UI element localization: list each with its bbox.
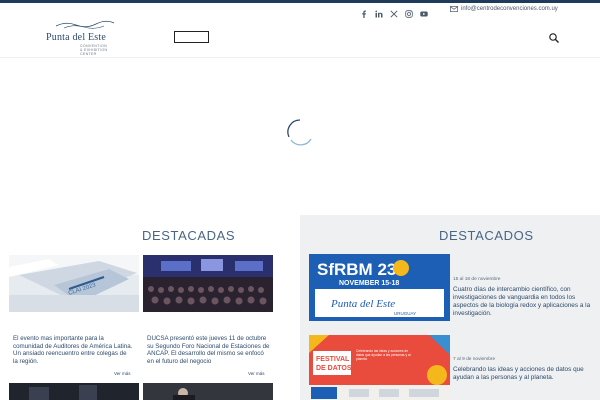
search-icon[interactable] [548,31,560,43]
x-icon[interactable] [390,5,398,18]
destacados-section: DESTACADOS SfRBM 23 NOVEMBER 15-18 Punta… [300,215,600,400]
poster-place: Punta del Este [330,298,395,310]
read-more-link-1[interactable]: Ver más [114,371,131,376]
news-card-image-4[interactable] [143,383,273,400]
email-link[interactable]: info@centrodeconvenciones.com.uy [450,6,558,12]
site-logo[interactable]: Punta del Este CONVENTION & EXHIBITION C… [46,20,124,56]
event-poster-festival[interactable]: FESTIVAL DE DATOS Celebrando las ideas y… [309,335,450,400]
read-more-link-2[interactable]: Ver más [248,371,265,376]
event-text-2: Celebrando las ideas y acciones de datos… [453,366,584,381]
linkedin-icon[interactable] [375,5,383,18]
logo-subtitle: CONVENTION & EXHIBITION CENTER [80,44,108,57]
news-card-text-2: DUCSA presentó este jueves 11 de octubre… [147,335,270,365]
event-text-1: Cuatro días de intercambio científico, c… [453,286,591,317]
loading-spinner-icon [285,117,315,147]
news-card-image-1[interactable]: CLAI 2023 [9,255,139,312]
poster-title: SfRBM 23 [317,260,396,279]
logo-waves-icon [55,20,115,29]
event-poster-sfrbm[interactable]: SfRBM 23 NOVEMBER 15-18 Punta del Este U… [309,254,450,321]
site-header: Punta del Este CONVENTION & EXHIBITION C… [0,18,600,58]
destacadas-title: DESTACADAS [142,228,236,243]
email-text: info@centrodeconvenciones.com.uy [461,6,558,12]
social-links [360,5,428,18]
event-date-2: 7 al 9 de noviembre [453,357,496,362]
youtube-icon[interactable] [420,5,428,17]
poster-title-1: FESTIVAL [316,356,350,363]
news-card-image-3[interactable] [9,383,139,400]
poster-country: URUGUAY [394,311,416,316]
poster-dates: NOVEMBER 15-18 [339,280,399,287]
top-utility-bar: info@centrodeconvenciones.com.uy [0,3,600,18]
menu-button[interactable] [174,31,209,43]
poster-title-2: DE DATOS [316,365,352,372]
envelope-icon [450,6,458,12]
logo-title: Punta del Este [46,32,107,43]
facebook-icon[interactable] [360,5,368,18]
event-date-1: 15 al 18 de noviembre [453,277,501,282]
destacadas-section: DESTACADAS CLAI 2023 El evento mas impor… [0,215,298,400]
news-card-text-1: El evento mas importante para la comunid… [13,335,133,365]
destacados-title: DESTACADOS [439,228,534,243]
poster-blurb: Celebrando las ideas y acciones de datos… [356,349,411,361]
instagram-icon[interactable] [405,5,413,18]
news-card-image-2[interactable] [143,255,273,312]
